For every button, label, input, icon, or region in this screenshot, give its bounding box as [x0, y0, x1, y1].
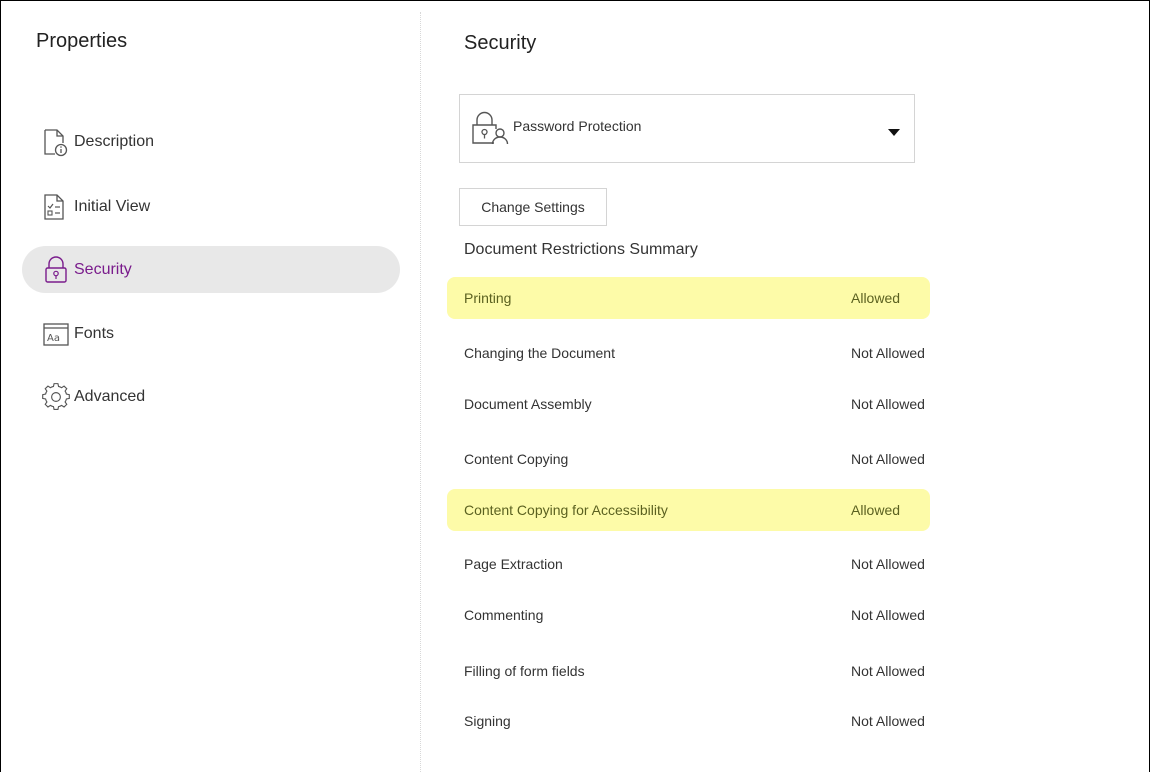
restriction-label: Changing the Document [464, 345, 615, 361]
restriction-value: Not Allowed [851, 607, 925, 623]
restriction-label: Content Copying [464, 451, 569, 467]
font-icon: Aa [42, 319, 70, 349]
restriction-value: Allowed [851, 502, 901, 518]
restrictions-summary-title: Document Restrictions Summary [464, 241, 698, 258]
restriction-value: Not Allowed [851, 663, 925, 679]
checklist-document-icon [42, 192, 70, 222]
security-method-dropdown[interactable]: Password Protection [459, 94, 915, 163]
sidebar-item-label: Initial View [74, 197, 151, 215]
restriction-value: Not Allowed [851, 451, 925, 467]
svg-text:Aa: Aa [47, 333, 60, 344]
security-panel: Security Password Protection Change Sett… [421, 0, 1150, 772]
dropdown-selected-value: Password Protection [513, 117, 642, 134]
restriction-row-printing: Printing Allowed [447, 277, 930, 319]
restriction-row-content-copying-accessibility: Content Copying for Accessibility Allowe… [447, 489, 930, 531]
restriction-row-content-copying: Content Copying Not Allowed [447, 438, 930, 480]
restriction-label: Page Extraction [464, 556, 563, 572]
restriction-label: Filling of form fields [464, 663, 585, 679]
sidebar-item-initial-view[interactable]: Initial View [22, 183, 400, 230]
restriction-row-filling-form-fields: Filling of form fields Not Allowed [447, 650, 930, 692]
restriction-value: Not Allowed [851, 396, 925, 412]
lock-icon [42, 255, 70, 285]
restriction-row-page-extraction: Page Extraction Not Allowed [447, 543, 930, 585]
restriction-label: Signing [464, 713, 511, 729]
sidebar-item-label: Security [74, 260, 132, 278]
sidebar-item-advanced[interactable]: Advanced [22, 373, 400, 420]
restriction-row-changing-document: Changing the Document Not Allowed [447, 332, 930, 374]
sidebar-item-fonts[interactable]: Aa Fonts [22, 310, 400, 357]
change-settings-button[interactable]: Change Settings [459, 188, 607, 226]
sidebar-item-security[interactable]: Security [22, 246, 400, 293]
sidebar-item-description[interactable]: Description [22, 118, 400, 165]
restriction-row-document-assembly: Document Assembly Not Allowed [447, 383, 930, 425]
gear-icon [42, 382, 70, 412]
properties-title: Properties [36, 30, 128, 52]
lock-user-icon [469, 107, 513, 151]
restriction-value: Not Allowed [851, 556, 925, 572]
restriction-label: Commenting [464, 607, 544, 623]
page-title: Security [464, 32, 537, 54]
restriction-row-commenting: Commenting Not Allowed [447, 594, 930, 636]
document-info-icon [42, 127, 70, 157]
restriction-label: Printing [464, 290, 512, 306]
restriction-label: Document Assembly [464, 396, 592, 412]
restriction-label: Content Copying for Accessibility [464, 502, 668, 518]
restriction-value: Not Allowed [851, 713, 925, 729]
caret-down-icon [888, 123, 900, 141]
sidebar-item-label: Advanced [74, 387, 146, 405]
sidebar: Properties Description Initial View Secu… [0, 0, 420, 772]
restriction-value: Not Allowed [851, 345, 925, 361]
restriction-value: Allowed [851, 290, 901, 306]
restriction-row-signing: Signing Not Allowed [447, 700, 930, 742]
sidebar-item-label: Fonts [74, 324, 115, 342]
sidebar-item-label: Description [74, 132, 155, 150]
